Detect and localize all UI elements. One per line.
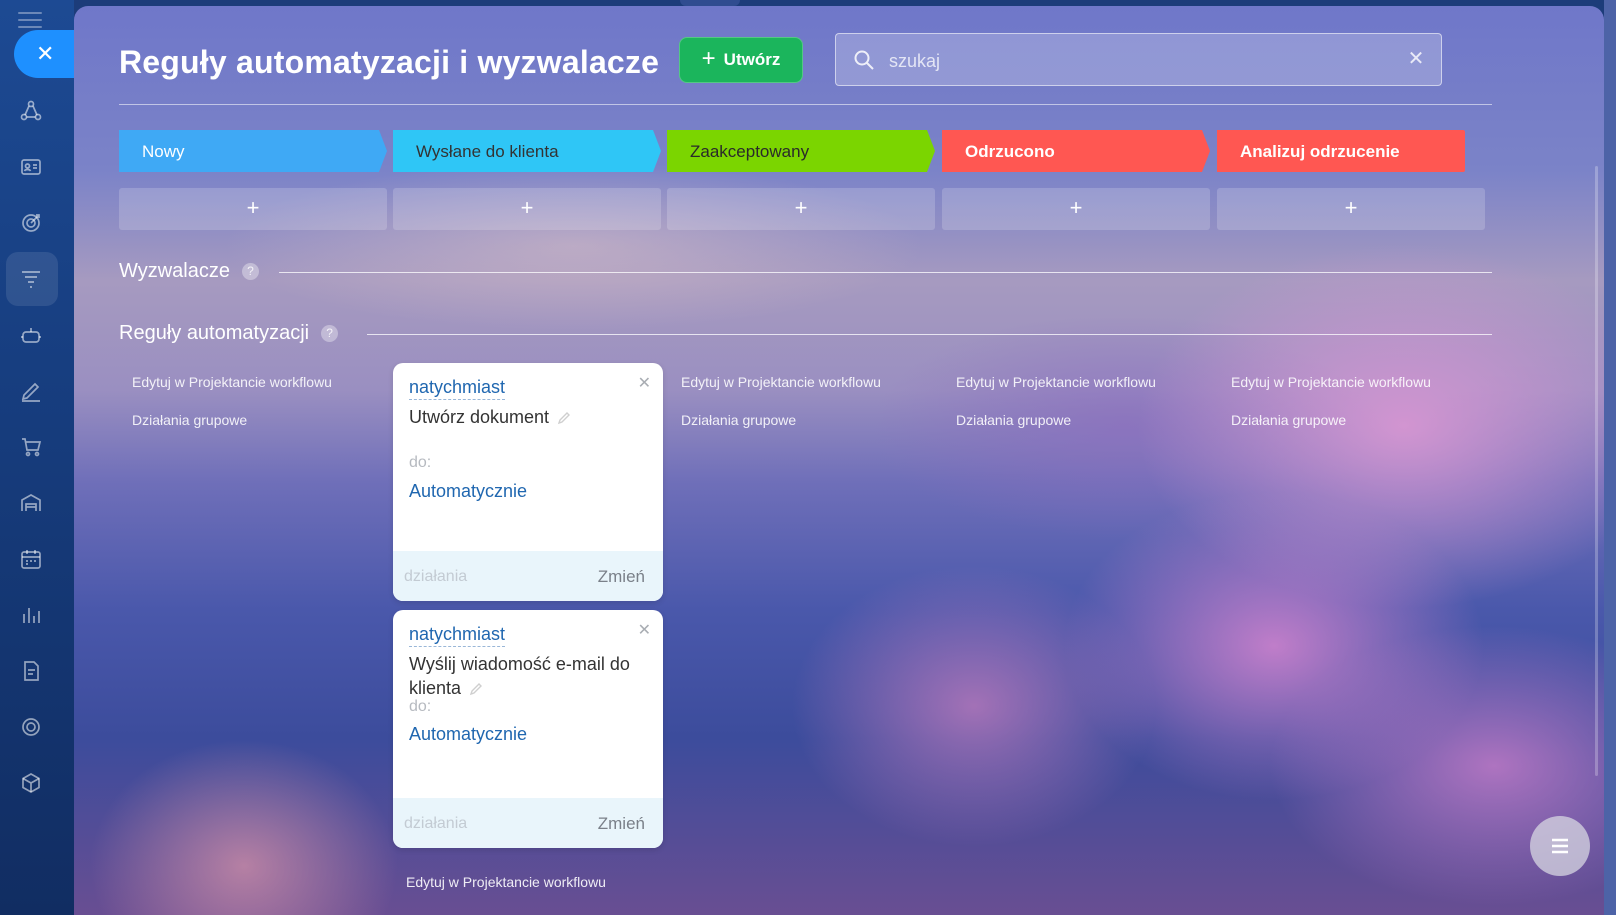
edit-in-designer-link[interactable]: Edytuj w Projektancie workflowu (1231, 374, 1431, 390)
rule-target-link[interactable]: Automatycznie (409, 724, 527, 745)
edit-in-designer-link[interactable]: Edytuj w Projektancie workflowu (956, 374, 1156, 390)
rule-to-label: do: (409, 698, 432, 715)
rule-card-send-email[interactable]: ✕ natychmiast Wyślij wiadomość e-mail do… (393, 610, 663, 848)
rule-card-footer: działania Zmień (393, 551, 663, 601)
edit-icon[interactable] (16, 376, 46, 406)
crm-icon[interactable] (16, 96, 46, 126)
rule-card-create-document[interactable]: ✕ natychmiast Utwórz dokument do: Automa… (393, 363, 663, 601)
stage-analizuj-odrzucenie: Analizuj odrzucenie (1217, 130, 1465, 172)
add-trigger-button[interactable]: + (1217, 188, 1485, 230)
create-button[interactable]: + Utwórz (679, 37, 803, 83)
contacts-icon[interactable] (16, 152, 46, 182)
change-button[interactable]: Zmień (598, 567, 645, 587)
group-actions-link[interactable]: Działania grupowe (132, 412, 332, 428)
circle-icon[interactable] (16, 712, 46, 742)
add-trigger-button[interactable]: + (119, 188, 387, 230)
column-actions-analizuj: Edytuj w Projektancie workflowu Działani… (1231, 374, 1431, 450)
triggers-title: Wyzwalacze (119, 260, 230, 282)
group-actions-link[interactable]: Działania grupowe (1231, 412, 1431, 428)
robot-icon[interactable] (16, 320, 46, 350)
clear-search-icon[interactable]: ✕ (1405, 48, 1427, 70)
scrollbar[interactable] (1595, 166, 1598, 776)
rule-card-footer: działania Zmień (393, 798, 663, 848)
pencil-icon[interactable] (557, 411, 571, 425)
create-button-label: Utwórz (723, 50, 781, 69)
column-actions-nowy: Edytuj w Projektancie workflowu Działani… (132, 374, 332, 450)
edit-in-designer-link[interactable]: Edytuj w Projektancie workflowu (132, 374, 332, 390)
remove-rule-icon[interactable]: ✕ (638, 620, 651, 640)
stage-nowy: Nowy (119, 130, 387, 172)
rule-name-text: Wyślij wiadomość e-mail do klienta (409, 654, 630, 698)
cart-icon[interactable] (16, 432, 46, 462)
stage-wyslane-do-klienta: Wysłane do klienta (393, 130, 661, 172)
rule-actions-label: działania (404, 568, 468, 585)
add-trigger-row: + + + + + (119, 188, 1519, 230)
edit-in-designer-link[interactable]: Edytuj w Projektancie workflowu (681, 374, 881, 390)
help-icon[interactable]: ? (321, 325, 339, 343)
rule-name: Wyślij wiadomość e-mail do klienta (409, 652, 649, 700)
remove-rule-icon[interactable]: ✕ (638, 373, 651, 393)
search-box: ✕ (835, 33, 1442, 86)
background-page-edge (1604, 0, 1616, 915)
target-icon[interactable] (16, 208, 46, 238)
rule-target-link[interactable]: Automatycznie (409, 481, 527, 502)
rule-timing-link[interactable]: natychmiast (409, 377, 506, 400)
list-menu-button[interactable] (1530, 816, 1590, 876)
column-actions-zaakceptowany: Edytuj w Projektancie workflowu Działani… (681, 374, 881, 450)
stage-zaakceptowany: Zaakceptowany (667, 130, 935, 172)
box-icon[interactable] (16, 768, 46, 798)
search-icon (852, 48, 876, 72)
automation-slider-panel: Reguły automatyzacji i wyzwalacze + Utwó… (74, 6, 1604, 915)
warehouse-icon[interactable] (16, 488, 46, 518)
plus-icon: + (701, 45, 716, 72)
menu-icon[interactable] (18, 12, 42, 28)
page-title: Reguły automatyzacji i wyzwalacze (119, 44, 660, 80)
rules-title: Reguły automatyzacji (119, 322, 310, 344)
rule-name-text: Utwórz dokument (409, 407, 550, 427)
stage-odrzucono: Odrzucono (942, 130, 1210, 172)
search-input[interactable] (889, 46, 1389, 76)
rule-timing-link[interactable]: natychmiast (409, 624, 506, 647)
rule-to-label: do: (409, 454, 432, 471)
rules-heading: Reguły automatyzacji? (119, 322, 339, 345)
close-slider-button[interactable]: ✕ (14, 30, 78, 78)
app-sidebar: ✕ (0, 0, 78, 915)
list-icon (1552, 838, 1568, 854)
header-divider (119, 104, 1492, 105)
group-actions-link[interactable]: Działania grupowe (681, 412, 881, 428)
funnel-icon[interactable] (6, 252, 58, 306)
rule-actions-label: działania (404, 815, 468, 832)
rules-divider (367, 334, 1492, 335)
change-button[interactable]: Zmień (598, 814, 645, 834)
calendar-icon[interactable] (16, 544, 46, 574)
add-trigger-button[interactable]: + (393, 188, 661, 230)
analytics-icon[interactable] (16, 600, 46, 630)
stage-headers: Nowy Wysłane do klienta Zaakceptowany Od… (119, 130, 1519, 172)
add-trigger-button[interactable]: + (942, 188, 1210, 230)
edit-in-designer-link[interactable]: Edytuj w Projektancie workflowu (406, 874, 606, 890)
column-actions-odrzucono: Edytuj w Projektancie workflowu Działani… (956, 374, 1156, 450)
triggers-divider (279, 272, 1492, 273)
help-icon[interactable]: ? (241, 263, 259, 281)
document-icon[interactable] (16, 656, 46, 686)
rule-name: Utwórz dokument (409, 405, 649, 429)
group-actions-link[interactable]: Działania grupowe (956, 412, 1156, 428)
add-trigger-button[interactable]: + (667, 188, 935, 230)
pencil-icon[interactable] (469, 682, 483, 696)
triggers-heading: Wyzwalacze? (119, 260, 259, 283)
